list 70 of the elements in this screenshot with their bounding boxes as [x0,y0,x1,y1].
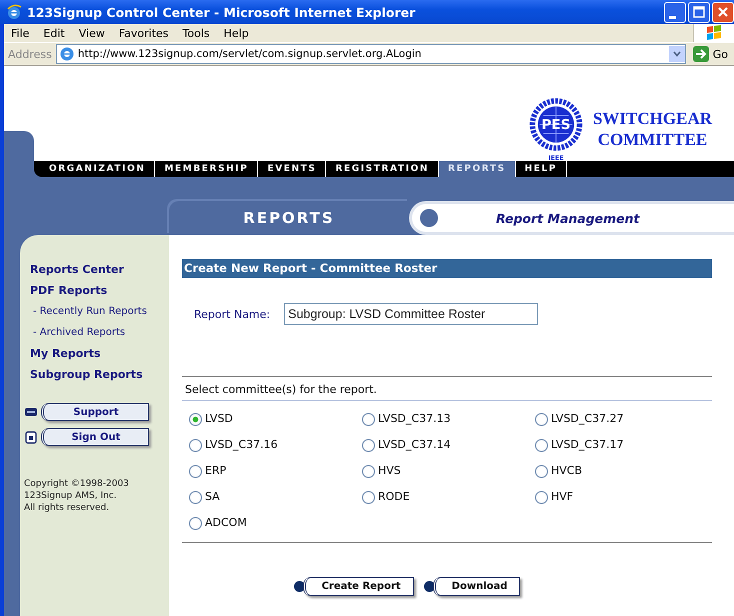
menu-item[interactable]: File [4,26,36,40]
radio-label: LVSD_C37.14 [378,437,451,453]
dot-icon [294,581,305,592]
radio-label: LVSD_C37.17 [551,437,624,453]
field-label: Report Name: [194,308,270,320]
radio-label: HVF [551,489,574,505]
sidebar-button[interactable]: Sign Out [41,428,149,446]
radio-button[interactable] [189,516,202,530]
radio-button[interactable] [535,412,548,426]
sidebar-button[interactable]: Support [41,403,149,421]
menu-item[interactable]: Help [216,26,256,40]
radio-button[interactable] [535,438,548,452]
menu-item[interactable]: Tools [176,26,217,40]
radio-button[interactable] [189,464,202,478]
sidebar-link[interactable]: PDF Reports [30,280,108,301]
menu-item[interactable]: View [72,26,112,40]
logo-title: SWITCHGEAR [592,108,712,129]
radio-button[interactable] [189,438,202,452]
action-button[interactable]: Download [432,577,520,596]
radio-button[interactable] [189,412,202,426]
logo-title: COMMITTEE [598,129,708,150]
radio-button[interactable] [189,490,202,504]
radio-label: LVSD_C37.27 [551,411,624,427]
window-title: 123Signup Control Center - Microsoft Internet Explorer [27,4,416,20]
radio-label: LVSD [205,411,233,427]
dropdown-button[interactable] [668,46,685,62]
nav-tab[interactable]: REPORTS [438,161,516,177]
radio-label: SA [205,489,220,505]
sidebar-link[interactable]: Subgroup Reports [30,364,143,385]
radio-label: ERP [205,463,226,479]
phone-icon [24,406,38,418]
browser-icon [6,4,22,20]
arrow-right-icon [692,45,710,63]
page-icon [58,46,75,62]
radio-button[interactable] [362,412,375,426]
radio-button[interactable] [362,490,375,504]
report-name-field[interactable]: Subgroup: LVSD Committee Roster [284,303,538,325]
radio-button[interactable] [535,464,548,478]
sidebar-link[interactable]: My Reports [30,343,101,364]
section-subtitle: Report Management [496,210,640,226]
form-heading: Create New Report - Committee Roster [182,259,712,278]
radio-label: RODE [378,489,410,505]
dot-icon [424,581,435,592]
maximize-button[interactable] [688,2,710,22]
address-field[interactable]: http://www.123signup.com/servlet/com.signup.servlet.org.ALogin [56,44,686,64]
sidebar-link[interactable]: - Archived Reports [30,322,126,343]
minimize-button[interactable] [664,2,686,22]
copyright-text: Copyright ©1998-2003 123Signup AMS, Inc. All rights reserved. [24,478,130,514]
radio-button[interactable] [535,490,548,504]
radio-button[interactable] [362,438,375,452]
radio-button[interactable] [362,464,375,478]
lock-icon [24,430,38,444]
radio-label: HVCB [551,463,582,479]
radio-label: ADCOM [205,515,247,531]
windows-flag-icon [704,23,724,43]
action-button[interactable]: Create Report [302,577,414,596]
sidebar-link[interactable]: Reports Center [30,259,124,280]
address-label: Address [8,48,52,60]
go-button[interactable]: Go [690,45,734,63]
radio-label: LVSD_C37.13 [378,411,451,427]
chevron-down-icon [672,49,682,59]
radio-label: HVS [378,463,401,479]
minimize-icon [669,16,676,18]
dot-icon [420,209,438,227]
radio-label: LVSD_C37.16 [205,437,278,453]
sidebar-link[interactable]: - Recently Run Reports [30,301,147,322]
close-button[interactable] [712,2,734,22]
instruction-text: Select committee(s) for the report. [182,376,712,401]
menu-item[interactable]: Edit [36,26,72,40]
menu-item[interactable]: Favorites [112,26,176,40]
